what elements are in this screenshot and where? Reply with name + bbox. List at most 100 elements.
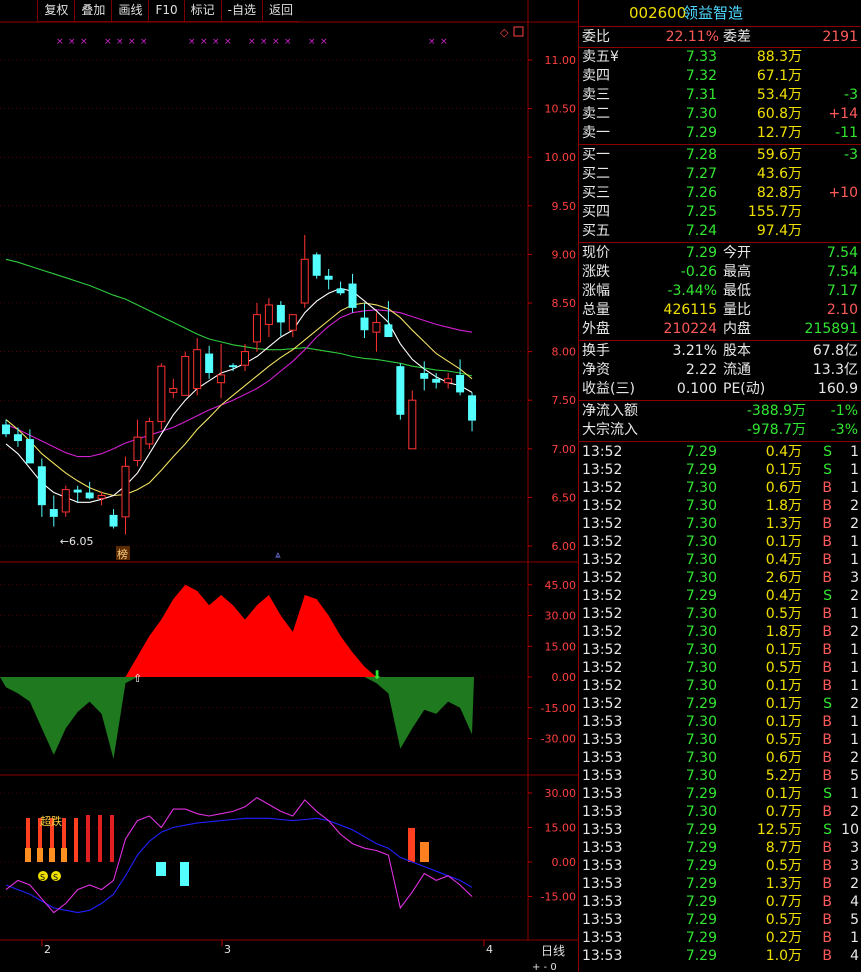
candle-body-down [384, 324, 393, 338]
tick-time: 13:53 [582, 858, 623, 874]
oversold-bar-base [61, 848, 67, 862]
add-watchlist-button[interactable]: -自选 [220, 0, 262, 22]
tick-volume: 8.7万 [765, 840, 802, 856]
sell-arrow-icon: ⬇ [372, 668, 382, 682]
stat-label: 最低 [723, 283, 751, 299]
tick-row: 13:53 7.29 0.5万 B 3 [579, 857, 861, 875]
level-change: +10 [828, 185, 858, 201]
tick-time: 13:52 [582, 498, 623, 514]
stat-label: 涨跌 [582, 264, 610, 280]
tick-price: 7.30 [685, 768, 717, 784]
stat-row: 涨跌 -0.26 最高 7.54 [579, 263, 861, 281]
stat-row: 现价 7.29 今开 7.54 [579, 244, 861, 262]
indicator-bar-up [408, 828, 415, 862]
candle-body-down [456, 374, 465, 393]
price-tick-label: 10.50 [545, 103, 577, 116]
tick-time: 13:53 [582, 732, 623, 748]
stat-row: 涨幅 -3.44% 最低 7.17 [579, 282, 861, 300]
oversold-bar-base [37, 848, 43, 862]
signal-mark: × [272, 37, 280, 47]
tick-volume: 0.1万 [765, 678, 802, 694]
tick-volume: 0.1万 [765, 696, 802, 712]
stock-header: 002600 领益智造 [579, 4, 861, 24]
tick-time: 13:52 [582, 570, 623, 586]
tick-time: 13:53 [582, 804, 623, 820]
tick-volume: 5.2万 [765, 768, 802, 784]
candle-body-down [336, 288, 345, 294]
level-change: +14 [828, 106, 858, 122]
candle-body-down [109, 514, 118, 527]
tick-count: 1 [850, 786, 859, 802]
tick-side: B [822, 804, 832, 820]
level-volume: 43.6万 [756, 166, 802, 182]
tick-side: B [822, 480, 832, 496]
tick-count: 1 [850, 930, 859, 946]
tick-side: B [822, 660, 832, 676]
stat-value: 13.3亿 [812, 362, 858, 378]
signal-mark: × [440, 37, 448, 47]
price-tick-label: 6.50 [552, 491, 577, 504]
oversold-bar-base [49, 848, 55, 862]
tick-volume: 12.5万 [756, 822, 802, 838]
level-price: 7.25 [685, 204, 717, 220]
back-button[interactable]: 返回 [261, 0, 299, 22]
tick-price: 7.30 [685, 750, 717, 766]
tick-count: 2 [850, 588, 859, 604]
tick-row: 13:53 7.29 12.5万 S 10 [579, 821, 861, 839]
tick-volume: 1.3万 [765, 516, 802, 532]
tick-row: 13:53 7.29 1.0万 B 4 [579, 947, 861, 965]
candle-body-up [133, 436, 142, 461]
stat-value: 7.54 [826, 245, 858, 261]
level-label: 卖四 [582, 68, 610, 84]
tick-time: 13:52 [582, 588, 623, 604]
price-tick-label: 7.00 [552, 443, 577, 456]
tick-volume: 0.5万 [765, 660, 802, 676]
mark-button[interactable]: 标记 [183, 0, 221, 22]
restore-rights-button[interactable]: 复权 [37, 0, 75, 22]
level-volume: 67.1万 [756, 68, 802, 84]
tick-side: S [823, 696, 832, 712]
level-volume: 12.7万 [756, 125, 802, 141]
oversold-label: 超跌 [40, 814, 62, 828]
tick-side: S [823, 588, 832, 604]
macd-tick-label: 45.00 [545, 579, 577, 592]
period-controls: + - 0 [532, 962, 557, 972]
marker-icon: ⩓ [275, 550, 281, 561]
tick-row: 13:52 7.30 0.5万 B 1 [579, 605, 861, 623]
tick-row: 13:53 7.30 0.1万 B 1 [579, 713, 861, 731]
level-price: 7.24 [685, 223, 717, 239]
tick-volume: 2.6万 [765, 570, 802, 586]
tick-price: 7.29 [685, 462, 717, 478]
bid-3: 买四 7.25 155.7万 [579, 203, 861, 221]
tick-price: 7.30 [685, 714, 717, 730]
level-label: 卖五¥ [582, 49, 619, 65]
label: 委比 [582, 29, 610, 45]
kline-chart[interactable]: 11.00 10.50 10.00 9.50 9.00 8.50 8.00 7.50 7.00 6… [0, 0, 580, 972]
tick-price: 7.30 [685, 804, 717, 820]
f10-button[interactable]: F10 [148, 0, 184, 22]
tick-side: B [822, 894, 832, 910]
signal-mark: × [200, 37, 208, 47]
tick-time: 13:52 [582, 444, 623, 460]
stat-label: 量比 [723, 302, 751, 318]
date-label: 3 [224, 943, 231, 956]
stat-label: PE(动) [723, 381, 766, 397]
signal-mark: × [104, 37, 112, 47]
stat-value: 67.8亿 [812, 343, 858, 359]
tick-row: 13:52 7.30 0.5万 B 1 [579, 659, 861, 677]
tick-time: 13:52 [582, 552, 623, 568]
signal-mark: × [284, 37, 292, 47]
level-volume: 88.3万 [756, 49, 802, 65]
tick-price: 7.30 [685, 678, 717, 694]
kline-chart-area[interactable]: 11.00 10.50 10.00 9.50 9.00 8.50 8.00 7.50 7.00 6… [0, 0, 580, 972]
signal-mark: × [428, 37, 436, 47]
tick-price: 7.30 [685, 570, 717, 586]
draw-line-button[interactable]: 画线 [111, 0, 149, 22]
level-label: 买四 [582, 204, 610, 220]
tick-time: 13:53 [582, 948, 623, 964]
price-tick-label: 6.00 [552, 540, 577, 553]
tick-side: B [822, 714, 832, 730]
level-price: 7.29 [685, 125, 717, 141]
order-diff-value: 2191 [822, 29, 858, 45]
overlay-button[interactable]: 叠加 [74, 0, 112, 22]
